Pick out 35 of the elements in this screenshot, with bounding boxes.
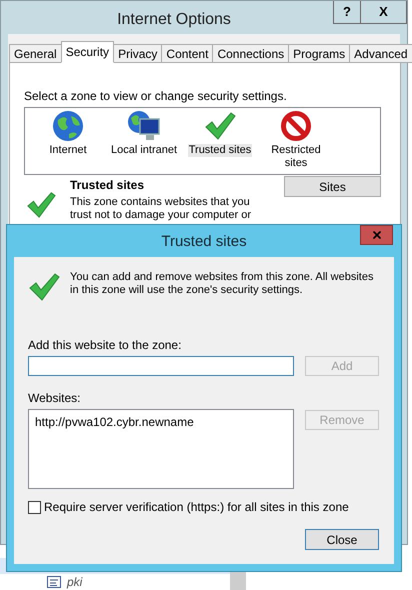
zone-item[interactable]: Restricted sites: [259, 144, 333, 170]
window-title: Internet Options: [116, 10, 232, 30]
zone-item[interactable]: Trusted sites: [188, 144, 252, 157]
tab[interactable]: Programs: [288, 44, 350, 63]
website-input-field[interactable]: [28, 356, 294, 376]
zone-title: Trusted sites: [70, 177, 146, 194]
dialog-title: Trusted sites: [161, 232, 247, 252]
globe-monitor-icon: [127, 110, 161, 142]
websites-label: Websites:: [28, 390, 82, 407]
add-label: Add this website to the zone:: [28, 337, 182, 354]
instruction-text: Select a zone to view or change security settings.: [24, 88, 288, 105]
checkmark-icon: [26, 190, 56, 220]
tree-item-label: pki: [67, 574, 82, 590]
sites-button[interactable]: Sites: [284, 176, 381, 197]
window-close-button[interactable]: X: [361, 1, 407, 24]
checkbox-label: Require server verification (https:) for all sites in this zone: [44, 499, 349, 516]
help-button[interactable]: ?: [333, 1, 361, 24]
tab[interactable]: Advanced: [349, 44, 412, 63]
checkmark-icon: [28, 271, 60, 303]
checkmark-icon: [204, 110, 236, 142]
tree-item[interactable]: pki: [0, 574, 230, 590]
tab[interactable]: Security: [60, 41, 114, 63]
close-icon: [370, 229, 382, 241]
checkbox[interactable]: [28, 500, 41, 514]
zone-item[interactable]: Local intranet: [110, 144, 178, 157]
dialog-close-button[interactable]: [360, 225, 393, 245]
zone-item[interactable]: Internet: [48, 144, 88, 157]
intro-text: You can add and remove websites from this zone. All websites in this zone will use the zone's security settings.: [70, 271, 374, 298]
tab[interactable]: General: [9, 44, 62, 63]
tab[interactable]: Privacy: [113, 44, 162, 63]
globe-icon: [52, 110, 84, 142]
website-item[interactable]: http://pvwa102.cybr.newname: [35, 413, 287, 431]
close-dialog-button[interactable]: Close: [305, 529, 379, 550]
zone-description: This zone contains websites that you trust not to damage your computer or: [70, 196, 252, 222]
prohibited-icon: [280, 110, 312, 142]
